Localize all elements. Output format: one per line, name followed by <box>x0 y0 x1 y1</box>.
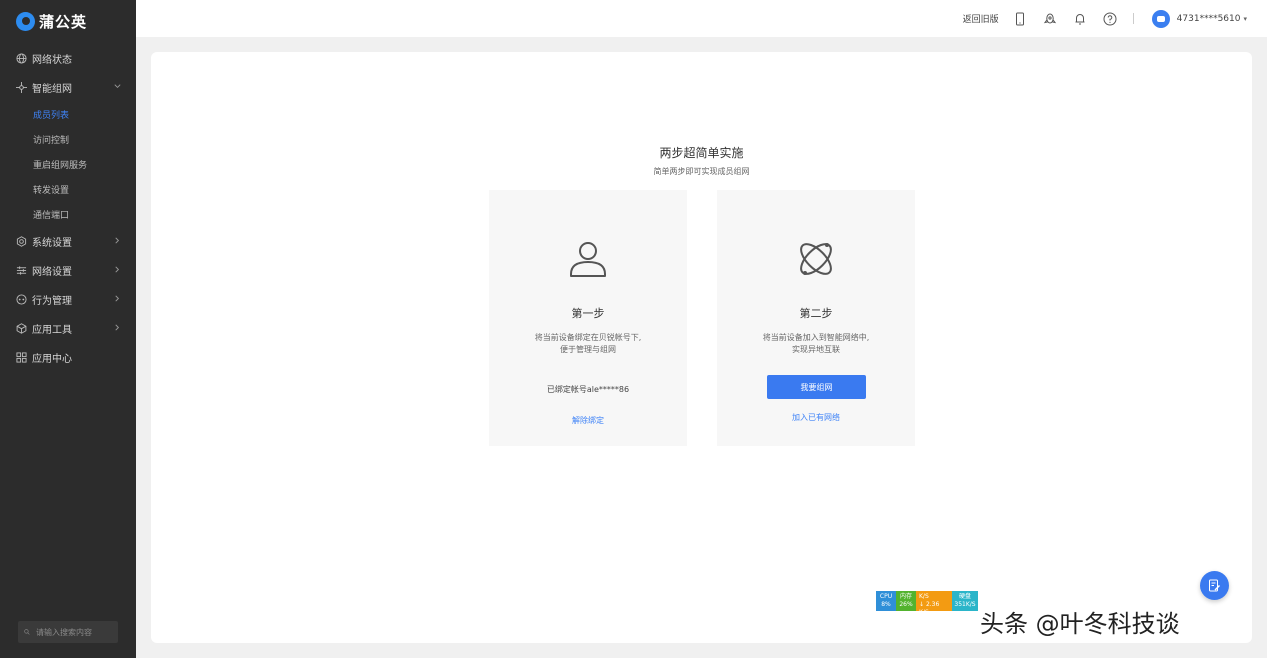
cpu-value: 8% <box>881 601 891 608</box>
sidebar-item-app-tools[interactable]: 应用工具 <box>0 314 136 343</box>
user-icon <box>570 242 606 277</box>
main-card: 两步超简单实施 简单两步即可实现成员组网 第一步 将当前设备绑定在贝锐帐号下, … <box>151 52 1252 643</box>
step-one-title: 第一步 <box>571 307 605 320</box>
watermark-text: 头条 @叶冬科技谈 <box>980 610 1180 638</box>
step-two-title: 第二步 <box>799 307 833 320</box>
system-monitor-widget[interactable]: CPU 8% 内存 26% ↑ 2.44 K/S ↓ 2.36 K/S 硬盘 3… <box>876 585 978 616</box>
sidebar-item-label: 应用中心 <box>32 354 72 365</box>
step-one-desc-line1: 将当前设备绑定在贝锐帐号下, <box>534 333 642 342</box>
step-two-desc: 将当前设备加入到智能网络中, 实现异地互联 <box>717 332 915 356</box>
sidebar-item-app-center[interactable]: 应用中心 <box>0 343 136 372</box>
mem-label: 内存 <box>899 593 912 600</box>
chevron-right-icon <box>115 237 120 244</box>
net-up-value: 2.44 K/S <box>919 585 940 600</box>
caret-down-icon[interactable]: ▾ <box>1243 15 1247 23</box>
chevron-right-icon <box>115 266 120 273</box>
sidebar-item-label: 应用工具 <box>32 325 72 336</box>
sidebar-item-label: 系统设置 <box>32 238 72 249</box>
sidebar-subitem-access-control[interactable]: 访问控制 <box>0 127 136 152</box>
return-old-version-link[interactable]: 返回旧版 <box>963 12 999 25</box>
bound-account-text: 已绑定帐号ale*****86 <box>546 385 630 394</box>
page-subtitle: 简单两步即可实现成员组网 <box>653 167 750 176</box>
sidebar-item-behavior-management[interactable]: 行为管理 <box>0 285 136 314</box>
join-existing-network-link[interactable]: 加入已有网络 <box>717 412 915 423</box>
disk-label: 硬盘 <box>958 593 971 600</box>
search-input[interactable] <box>34 626 118 638</box>
logo-text: 蒲公英 <box>39 12 88 31</box>
monitor-network: ↑ 2.44 K/S ↓ 2.36 K/S <box>916 585 952 616</box>
divider <box>1132 13 1134 24</box>
unbind-link[interactable]: 解除绑定 <box>489 415 687 426</box>
sidebar-subitem-restart-service[interactable]: 重启组网服务 <box>0 152 136 177</box>
sidebar-item-label: 网络状态 <box>32 55 72 66</box>
sidebar-subitem-comm-port[interactable]: 通信端口 <box>0 202 136 227</box>
box-icon <box>16 323 27 334</box>
bell-icon[interactable] <box>1073 12 1087 26</box>
sidebar-item-label: 网络设置 <box>32 267 72 278</box>
logo-mark-icon <box>16 11 35 31</box>
topbar: 返回旧版 4731****5610 ▾ <box>136 0 1267 37</box>
eye-icon <box>16 294 27 305</box>
monitor-cpu: CPU 8% <box>876 591 896 611</box>
step-two-card: 第二步 将当前设备加入到智能网络中, 实现异地互联 我要组网 加入已有网络 <box>717 190 915 446</box>
net-up: ↑ 2.44 K/S <box>919 585 940 600</box>
atom-network-icon <box>800 243 832 275</box>
sidebar-item-network-status[interactable]: 网络状态 <box>0 44 136 73</box>
apps-icon <box>16 352 27 363</box>
rocket-icon[interactable] <box>1043 12 1057 26</box>
step-two-desc-line2: 实现异地互联 <box>792 345 840 354</box>
sidebar: 蒲公英 网络状态 智能组网 成员列表 访问控制 重启组网服务 转发设置 通信端口… <box>0 0 136 658</box>
topbar-actions: 返回旧版 4731****5610 ▾ <box>963 0 1247 37</box>
cpu-label: CPU <box>879 593 893 600</box>
net-down: ↓ 2.36 K/S <box>919 601 940 616</box>
sidebar-subitem-member-list[interactable]: 成员列表 <box>0 102 136 127</box>
sidebar-item-network-settings[interactable]: 网络设置 <box>0 256 136 285</box>
sidebar-item-system-settings[interactable]: 系统设置 <box>0 227 136 256</box>
monitor-memory: 内存 26% <box>896 591 916 611</box>
sidebar-search <box>18 621 118 643</box>
mobile-icon[interactable] <box>1013 12 1027 26</box>
disk-value: 351K/S <box>954 601 976 608</box>
feedback-fab-button[interactable] <box>1200 571 1229 600</box>
step-two-desc-line1: 将当前设备加入到智能网络中, <box>762 333 870 342</box>
gear-icon <box>16 236 27 247</box>
chevron-right-icon <box>115 295 120 302</box>
step-one-card: 第一步 将当前设备绑定在贝锐帐号下, 便于管理与组网 已绑定帐号ale*****… <box>489 190 687 446</box>
sidebar-nav: 网络状态 智能组网 成员列表 访问控制 重启组网服务 转发设置 通信端口 系统设… <box>0 44 136 372</box>
sidebar-item-label: 行为管理 <box>32 296 72 307</box>
sidebar-subitem-forward-settings[interactable]: 转发设置 <box>0 177 136 202</box>
avatar[interactable] <box>1151 9 1170 28</box>
step-one-desc-line2: 便于管理与组网 <box>560 345 616 354</box>
logo[interactable]: 蒲公英 <box>16 9 87 33</box>
chevron-down-icon <box>114 84 121 89</box>
mem-value: 26% <box>899 601 913 608</box>
edit-document-icon <box>1209 579 1220 592</box>
step-one-desc: 将当前设备绑定在贝锐帐号下, 便于管理与组网 <box>489 332 687 356</box>
chevron-right-icon <box>115 324 120 331</box>
page-title: 两步超简单实施 <box>659 146 744 160</box>
join-network-button[interactable]: 我要组网 <box>767 375 866 399</box>
search-icon <box>24 629 30 635</box>
account-name[interactable]: 4731****5610 <box>1177 14 1241 24</box>
help-icon[interactable] <box>1103 12 1117 26</box>
net-down-value: 2.36 K/S <box>919 601 940 616</box>
sidebar-item-label: 智能组网 <box>32 84 72 95</box>
sliders-icon <box>16 266 27 275</box>
sidebar-item-smart-network[interactable]: 智能组网 <box>0 73 136 102</box>
globe-icon <box>16 53 27 64</box>
network-icon <box>16 82 27 93</box>
monitor-disk: 硬盘 351K/S <box>952 591 978 611</box>
